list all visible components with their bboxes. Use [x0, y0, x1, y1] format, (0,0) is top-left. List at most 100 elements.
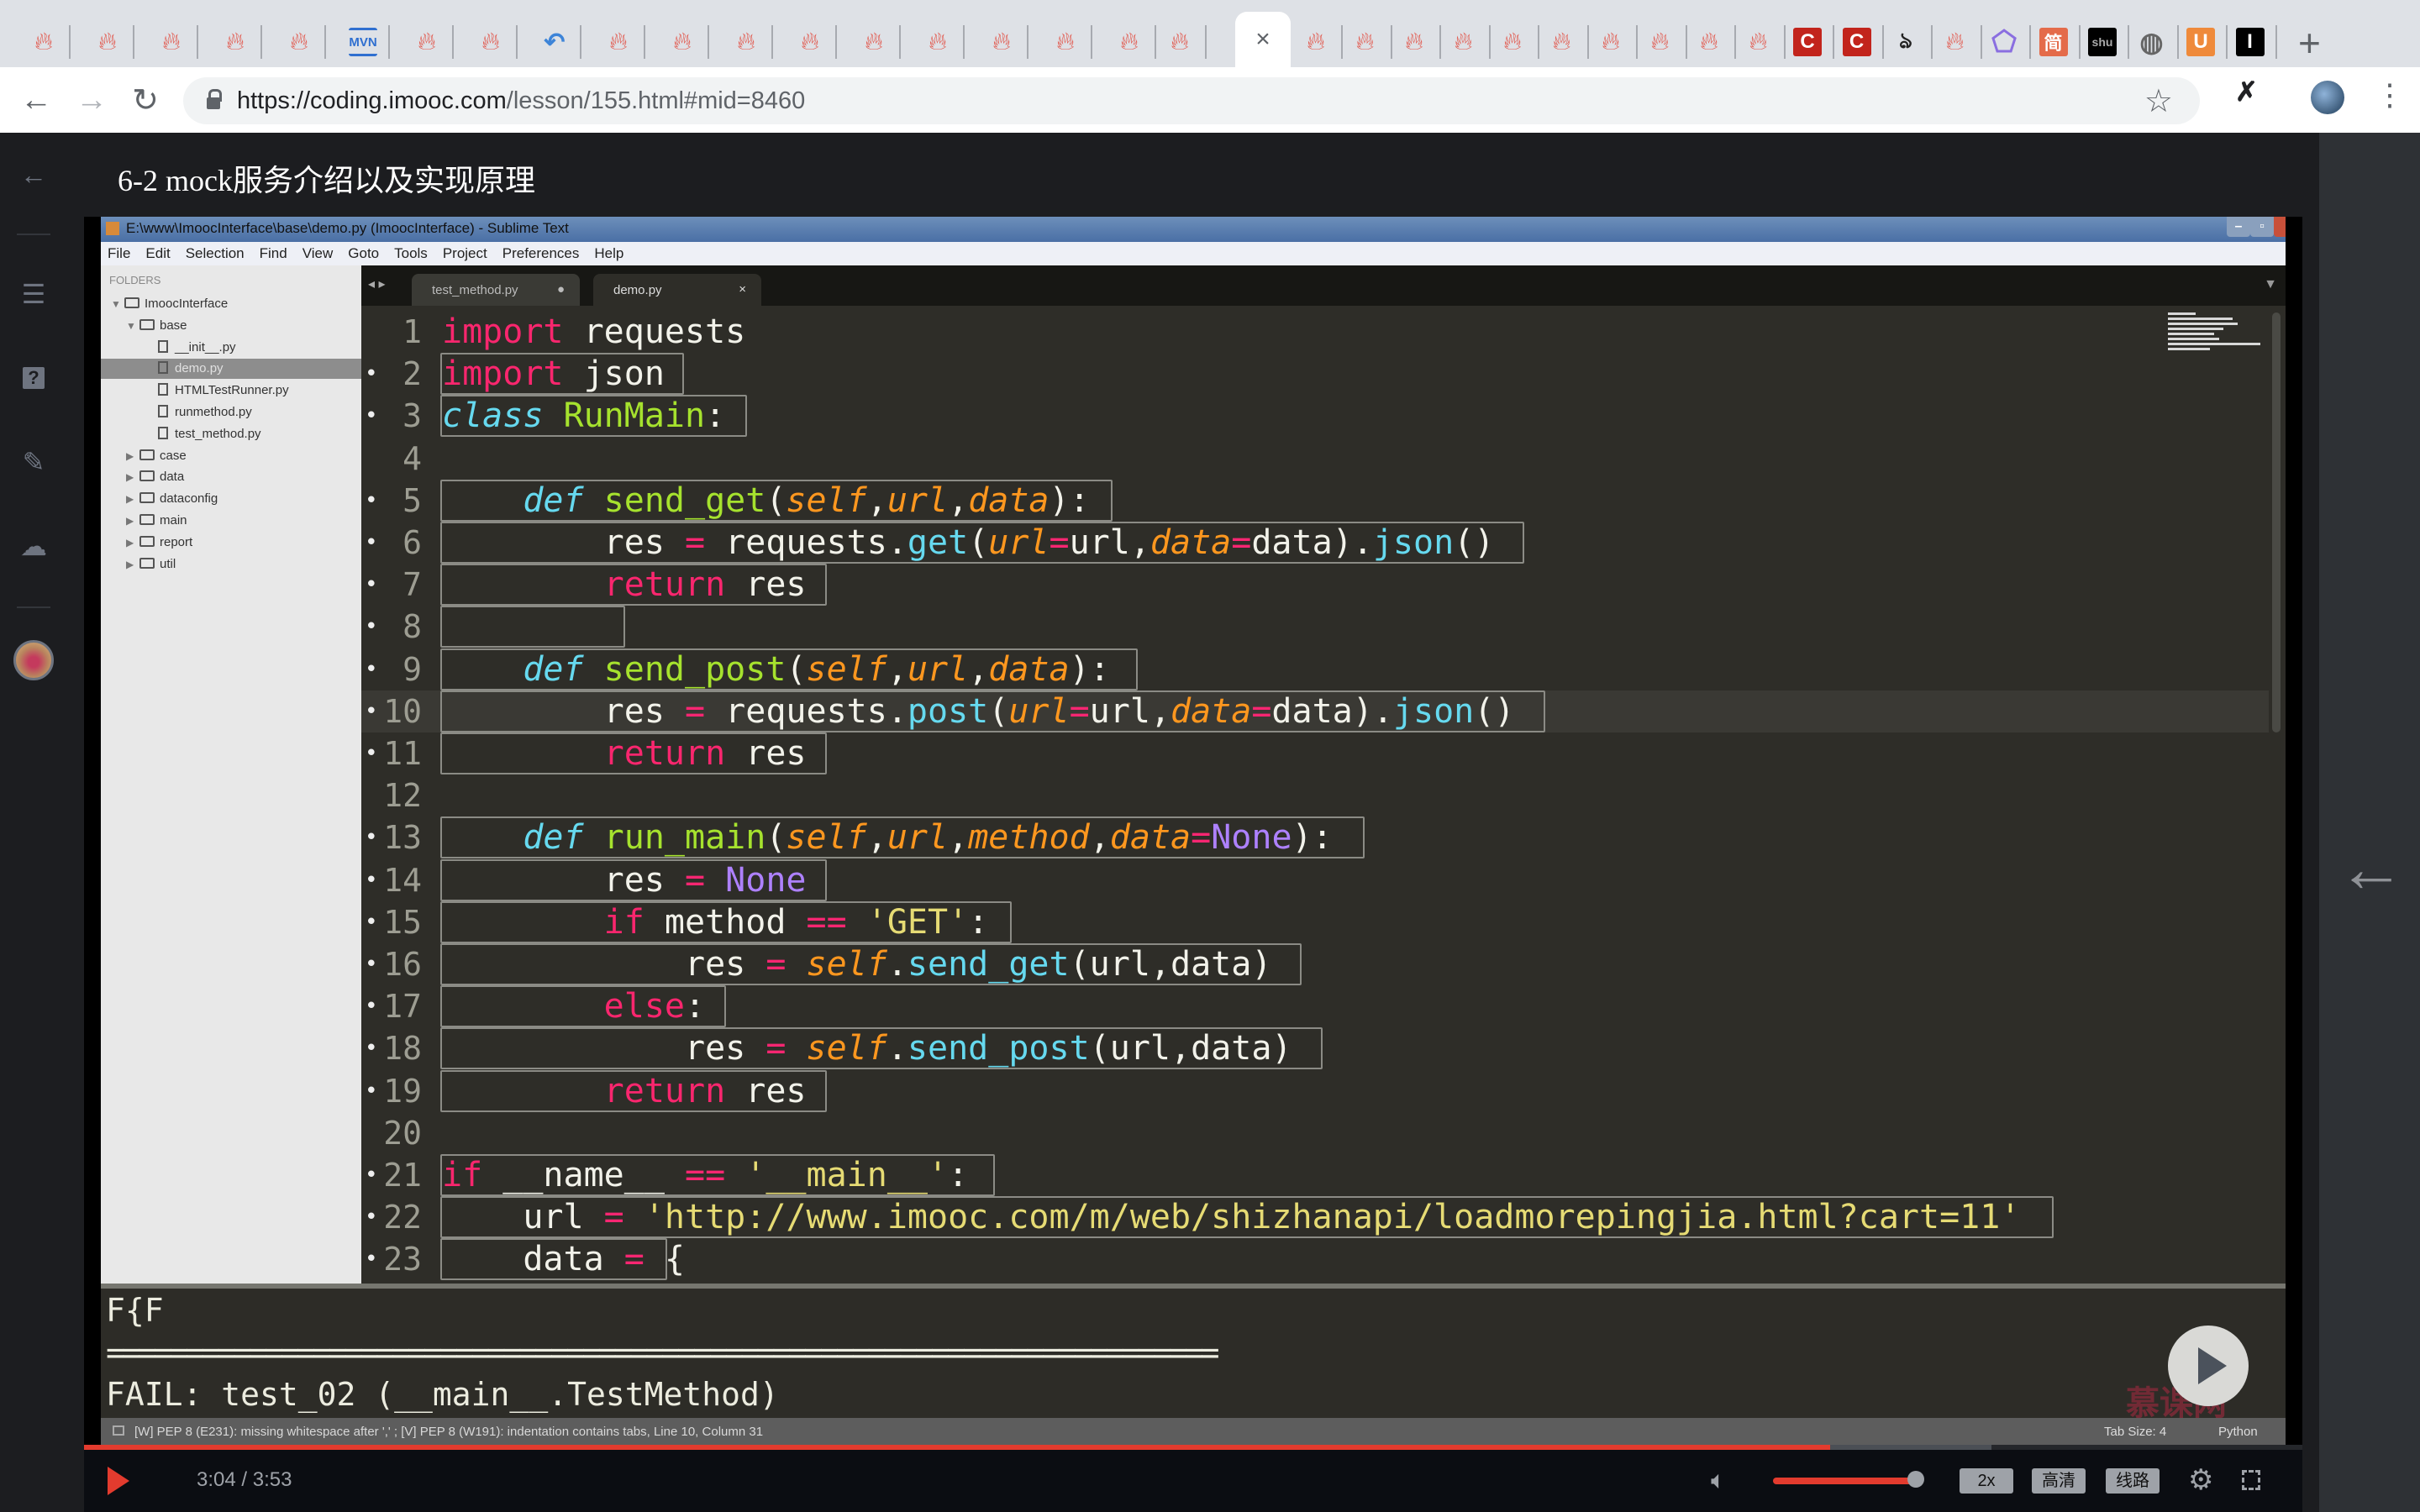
folders-header: FOLDERS — [109, 274, 161, 286]
play-icon[interactable] — [108, 1467, 129, 1495]
browser-tab[interactable]: shu — [2084, 24, 2121, 60]
browser-tab[interactable]: ◍ — [2133, 24, 2170, 60]
reload-button[interactable]: ↻ — [124, 79, 166, 121]
browser-tab[interactable]: U — [2182, 24, 2219, 60]
browser-tab[interactable]: 🔥︎ — [728, 24, 765, 60]
browser-tab[interactable]: 🔥︎ — [1047, 24, 1084, 60]
folder-icon — [139, 557, 155, 569]
cloud-check-icon[interactable]: ☁ — [17, 529, 50, 563]
volume-slider[interactable] — [1773, 1478, 1916, 1484]
browser-tab[interactable]: 🔥︎ — [1740, 24, 1777, 60]
sublime-menu-item: Preferences — [502, 245, 580, 261]
browser-tab[interactable]: I — [2232, 24, 2269, 60]
expanded-arrow-icon: ▼ — [111, 298, 121, 310]
browser-tab[interactable]: 🔥︎ — [1445, 24, 1482, 60]
flame-favicon-icon: 🔥︎ — [225, 28, 245, 55]
browser-tab[interactable]: 🔥︎ — [1297, 24, 1334, 60]
editor-scrollbar — [2272, 312, 2281, 732]
browser-tab[interactable]: 🔥︎ — [1396, 24, 1433, 60]
video-player[interactable]: E:\www\ImoocInterface\base\demo.py (Imoo… — [84, 217, 2302, 1512]
browser-tab[interactable]: 🔥︎ — [600, 24, 637, 60]
forward-button[interactable]: → — [71, 79, 113, 121]
big-play-button[interactable] — [2168, 1326, 2249, 1406]
menu-icon[interactable]: ⋮ — [2375, 77, 2405, 113]
i-black-favicon-icon: I — [2235, 28, 2265, 56]
pencil-icon[interactable]: ✎ — [17, 445, 50, 479]
route-button[interactable]: 线路 — [2106, 1468, 2160, 1494]
code-text: res = requests.post(url=url,data=data).j… — [442, 691, 1515, 731]
browser-tab[interactable]: 🔥︎ — [855, 24, 892, 60]
user-avatar[interactable] — [13, 640, 54, 680]
browser-tab[interactable]: ⬠ — [1986, 24, 2023, 60]
sublime-window-title: E:\www\ImoocInterface\base\demo.py (Imoo… — [126, 220, 569, 236]
quality-button[interactable]: 高清 — [2032, 1468, 2086, 1494]
profile-avatar[interactable] — [2311, 81, 2344, 114]
browser-tab[interactable]: 🔥︎ — [89, 24, 126, 60]
code-line: • 19 return res — [361, 1069, 2269, 1112]
browser-tab[interactable]: 🔥︎ — [1592, 24, 1629, 60]
browser-tab[interactable]: 🔥︎ — [983, 24, 1020, 60]
browser-tab[interactable]: 🔥︎ — [408, 24, 445, 60]
browser-tab[interactable]: 🔥︎ — [217, 24, 254, 60]
tab-separator — [1931, 25, 1933, 59]
browser-tab[interactable]: 🔥︎ — [1642, 24, 1679, 60]
browser-tab[interactable]: 🔥︎ — [792, 24, 829, 60]
browser-tab[interactable]: 🔥︎ — [281, 24, 318, 60]
lesson-page: ← ☰ ? ✎ ☁ 6-2 mock服务介绍以及实现原理 ← E:\www\Im… — [0, 133, 2420, 1512]
browser-tab[interactable]: 🔥︎ — [1111, 24, 1148, 60]
line-number: 3 — [402, 397, 422, 435]
tab-separator — [1636, 25, 1638, 59]
browser-tab[interactable]: 🔥︎ — [919, 24, 956, 60]
browser-tab[interactable]: 🔥︎ — [153, 24, 190, 60]
browser-tab[interactable]: C — [1789, 24, 1826, 60]
back-button[interactable]: ← — [15, 79, 57, 121]
file-icon — [158, 339, 168, 353]
browser-tab[interactable]: MVN — [345, 24, 381, 60]
lint-highlight-box — [440, 606, 625, 648]
bookmark-star-icon[interactable]: ☆ — [2144, 82, 2173, 120]
line-number: 17 — [383, 988, 422, 1026]
line-number: 6 — [402, 524, 422, 561]
fullscreen-icon[interactable] — [2242, 1470, 2260, 1490]
browser-tab[interactable]: C — [1839, 24, 1876, 60]
speed-button[interactable]: 2x — [1960, 1468, 2013, 1494]
flame-favicon-icon: 🔥︎ — [481, 28, 501, 55]
c-red-favicon-icon: C — [1842, 28, 1871, 56]
browser-tab[interactable]: ↶ — [536, 24, 573, 60]
browser-tab[interactable]: 🔥︎ — [1937, 24, 1974, 60]
tree-item-label: base — [160, 318, 187, 333]
expand-panel-arrow-icon[interactable]: ← — [2338, 830, 2405, 907]
question-icon[interactable]: ? — [17, 361, 50, 395]
file-icon — [158, 426, 168, 439]
console-line: FAIL: test_02 (__main__.TestMethod) — [106, 1376, 779, 1413]
sublime-menu-item: Goto — [348, 245, 380, 261]
list-icon[interactable]: ☰ — [17, 277, 50, 311]
browser-tab[interactable]: 🔥︎ — [1544, 24, 1581, 60]
extension-icon[interactable]: ✗ — [2235, 76, 2258, 108]
browser-tab[interactable]: 简 — [2035, 24, 2072, 60]
browser-tab[interactable]: 🔥︎ — [664, 24, 701, 60]
tab-separator — [1027, 25, 1028, 59]
code-text: def run_main(self,url,method,data=None): — [523, 818, 1333, 858]
volume-slider-thumb[interactable] — [1907, 1471, 1924, 1488]
tab-separator — [2078, 25, 2081, 59]
syntax-indicator: Python — [2218, 1425, 2258, 1439]
browser-tab[interactable]: ঌ — [1887, 24, 1924, 60]
new-tab-button[interactable]: + — [2298, 20, 2321, 66]
browser-tab[interactable]: 🔥︎ — [1691, 24, 1728, 60]
browser-tab[interactable]: 🔥︎ — [25, 24, 62, 60]
tab-close-icon[interactable]: × — [1255, 25, 1270, 54]
browser-tab[interactable]: 🔥︎ — [472, 24, 509, 60]
address-bar[interactable]: https://coding.imooc.com/lesson/155.html… — [183, 77, 2200, 124]
volume-icon[interactable]: 🔈︎ — [1711, 1467, 1726, 1495]
url-text[interactable]: https://coding.imooc.com/lesson/155.html… — [237, 87, 805, 115]
sidebar-divider — [17, 606, 50, 608]
browser-tab[interactable]: 🔥︎ — [1161, 24, 1198, 60]
browser-tab[interactable]: 🔥︎ — [1494, 24, 1531, 60]
tree-item-label: HTMLTestRunner.py — [175, 383, 289, 398]
browser-tab[interactable]: 🔥︎ — [1347, 24, 1384, 60]
settings-gear-icon[interactable]: ⚙ — [2188, 1463, 2213, 1497]
active-tab[interactable]: × — [1235, 12, 1291, 67]
flame-favicon-icon: 🔥︎ — [800, 28, 820, 55]
back-arrow-icon[interactable]: ← — [17, 158, 50, 192]
